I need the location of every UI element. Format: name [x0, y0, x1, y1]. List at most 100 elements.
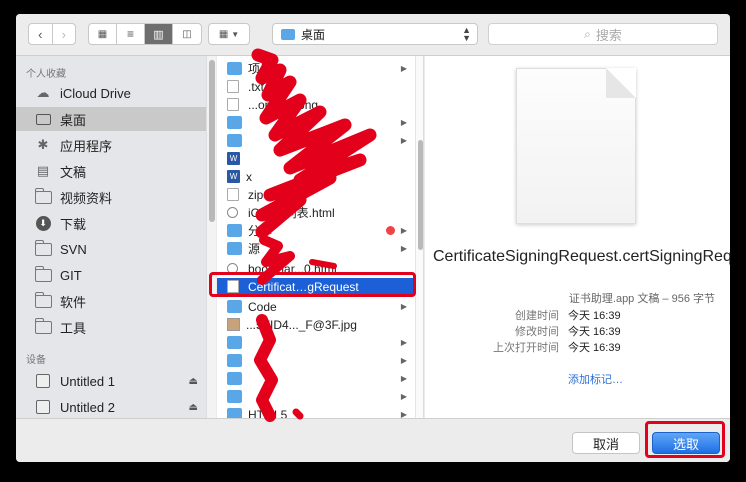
html-file-icon	[227, 207, 238, 218]
sidebar-item-label: 视频资料	[60, 190, 113, 206]
folder-icon	[227, 408, 242, 418]
sidebar-item-untitled-1[interactable]: Untitled 1 ⏏	[16, 369, 206, 393]
sidebar-item-label: 下载	[60, 216, 87, 232]
location-label: 桌面	[301, 27, 326, 42]
folder-row[interactable]: Code ▶	[217, 298, 415, 315]
magnifier-icon: ⌕	[584, 26, 591, 41]
sidebar-item-icloud[interactable]: ☁ iCloud Drive	[16, 81, 206, 105]
scrollbar-thumb[interactable]	[418, 140, 423, 250]
chevron-left-icon: ‹	[38, 26, 43, 42]
sidebar-item-svn[interactable]: SVN	[16, 237, 206, 261]
file-row[interactable]: Wx	[217, 168, 415, 185]
sidebar-item-downloads[interactable]: ⬇ 下载	[16, 211, 206, 235]
grid-icon: ▦	[97, 28, 108, 40]
opened-label: 上次打开时间	[493, 342, 559, 354]
cancel-button[interactable]: 取消	[572, 432, 640, 454]
disclosure-arrow-icon: ▶	[400, 392, 407, 401]
sidebar-item-label: 桌面	[60, 112, 87, 128]
search-field[interactable]: ⌕ 搜索	[488, 23, 718, 45]
open-file-dialog: ‹ › ▦ ≡ ▥ ◫ ▦ ▼ 桌面 ▲ ▼ ⌕ 搜索 个人收藏 ☁ iClou…	[16, 14, 730, 462]
folder-row[interactable]: ▶	[217, 114, 415, 131]
file-name: 分享	[248, 224, 273, 238]
file-row[interactable]: W	[217, 150, 415, 167]
sidebar-item-tools[interactable]: 工具	[16, 315, 206, 339]
sidebar-item-applications[interactable]: ✱ 应用程序	[16, 133, 206, 157]
modified-label: 修改时间	[515, 326, 559, 338]
sidebar-item-software[interactable]: 软件	[16, 289, 206, 313]
disclosure-arrow-icon: ▶	[400, 356, 407, 365]
sidebar-item-label: SVN	[60, 241, 87, 257]
file-name: HTML5	[248, 407, 288, 419]
file-row[interactable]: zip	[217, 186, 415, 203]
modified-value: 今天 16:39	[568, 326, 621, 338]
folder-row[interactable]: ▶	[217, 388, 415, 405]
add-tags-link[interactable]: 添加标记…	[568, 371, 623, 387]
search-placeholder: 搜索	[595, 27, 622, 43]
image-file-icon	[227, 318, 240, 331]
file-name: x	[246, 169, 252, 184]
sidebar-item-untitled-2[interactable]: Untitled 2 ⏏	[16, 395, 206, 418]
file-name: .txt	[248, 79, 265, 94]
folder-icon	[34, 291, 52, 308]
folder-row[interactable]: ▶	[217, 352, 415, 369]
disclosure-arrow-icon: ▶	[400, 64, 407, 73]
cloud-icon: ☁	[36, 85, 50, 100]
file-name: iOS_...列表.html	[248, 206, 335, 220]
back-forward-group: ‹ ›	[28, 23, 76, 45]
folder-row[interactable]: 源 ▶	[217, 240, 415, 257]
sidebar-item-label: GIT	[60, 267, 82, 283]
column-view-button[interactable]: ▥	[145, 24, 173, 44]
sidebar: 个人收藏 ☁ iCloud Drive 桌面 ✱ 应用程序 ▤ 文稿 视频资料 …	[16, 56, 206, 418]
sidebar-item-desktop[interactable]: 桌面	[16, 107, 206, 131]
arrange-button[interactable]: ▦ ▼	[208, 23, 250, 45]
folder-icon	[34, 317, 52, 334]
devices-header: 设备	[26, 355, 46, 366]
file-row[interactable]: iOS_...列表.html	[217, 204, 415, 221]
eject-icon[interactable]: ⏏	[189, 402, 198, 413]
folder-icon	[227, 62, 242, 75]
file-row[interactable]: ...omage.png	[217, 96, 415, 113]
file-row[interactable]: .txt	[217, 78, 415, 95]
folder-row[interactable]: 分享 ▶	[217, 222, 415, 239]
list-view-button[interactable]: ≡	[117, 24, 145, 44]
disclosure-arrow-icon: ▶	[400, 226, 407, 235]
cover-flow-icon: ◫	[182, 28, 192, 40]
sidebar-item-videos[interactable]: 视频资料	[16, 185, 206, 209]
folder-icon	[227, 300, 242, 313]
opened-value: 今天 16:39	[568, 342, 621, 354]
file-row[interactable]: ...5FID4..._F@3F.jpg	[217, 316, 415, 333]
favorites-header: 个人收藏	[26, 69, 66, 80]
sidebar-scrollbar[interactable]	[206, 56, 216, 418]
file-name: zip	[248, 187, 264, 202]
location-popup[interactable]: 桌面 ▲ ▼	[272, 23, 478, 45]
document-preview-icon	[516, 68, 636, 224]
folder-row[interactable]: ▶	[217, 132, 415, 149]
folder-icon	[34, 265, 52, 282]
list-icon: ≡	[126, 27, 134, 41]
sidebar-item-git[interactable]: GIT	[16, 263, 206, 287]
sidebar-item-documents[interactable]: ▤ 文稿	[16, 159, 206, 183]
cover-flow-button[interactable]: ◫	[173, 24, 201, 44]
document-icon	[227, 80, 239, 93]
folder-row[interactable]: ▶	[217, 370, 415, 387]
folder-row[interactable]: ▶	[217, 334, 415, 351]
icon-view-button[interactable]: ▦	[89, 24, 117, 44]
document-icon	[227, 98, 239, 111]
folder-icon	[281, 28, 295, 40]
file-name: ...5FID4..._F@3F.jpg	[246, 317, 357, 332]
folder-row[interactable]: HTML5 ▶	[217, 406, 415, 418]
folder-icon	[227, 116, 242, 129]
download-icon: ⬇	[34, 215, 52, 231]
file-name: 源	[248, 242, 261, 256]
documents-icon: ▤	[36, 163, 50, 178]
eject-icon[interactable]: ⏏	[189, 376, 198, 387]
arrange-grid-icon: ▦	[218, 28, 229, 40]
back-button[interactable]: ‹	[29, 24, 53, 44]
document-icon	[227, 188, 239, 201]
forward-button[interactable]: ›	[53, 24, 76, 44]
scrollbar-thumb[interactable]	[209, 60, 215, 222]
file-column-scrollbar[interactable]	[415, 56, 424, 418]
updown-arrows-icon: ▲ ▼	[462, 25, 471, 43]
created-value: 今天 16:39	[568, 310, 621, 322]
folder-row[interactable]: 项目 ▶	[217, 60, 415, 77]
